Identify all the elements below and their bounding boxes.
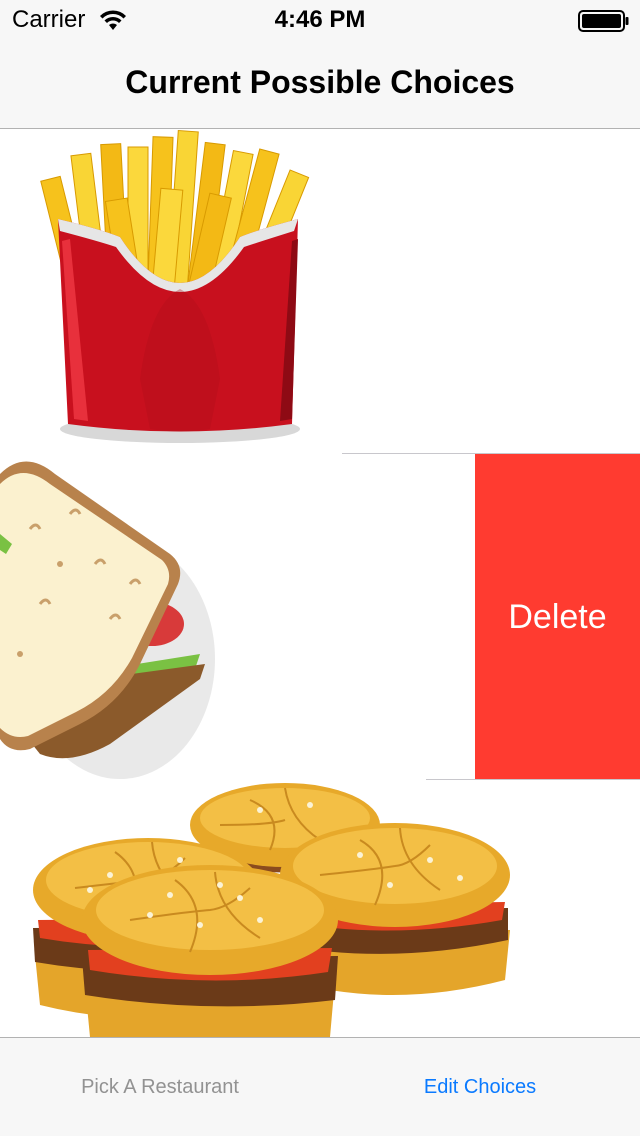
sandwich-image [0,461,215,779]
row-separator [342,453,640,454]
table-row[interactable]: Delete [0,454,640,780]
clock: 4:46 PM [274,6,366,33]
row-separator [426,779,640,780]
tab-bar: Pick A Restaurant Edit Choices [0,1037,640,1136]
page-title: Current Possible Choices [125,64,515,100]
tab-edit-choices[interactable]: Edit Choices [320,1038,640,1136]
table-row[interactable] [0,780,640,1037]
table-row[interactable] [0,129,640,455]
tab-pick-a-restaurant[interactable]: Pick A Restaurant [0,1038,320,1136]
status-bar: Carrier 4:46 PM [0,0,640,40]
burgers-image [33,783,510,1037]
french-fries-image [40,129,310,443]
choices-table[interactable]: Delete [0,129,640,1037]
delete-button[interactable]: Delete [475,454,640,780]
battery-icon [578,10,629,32]
navigation-bar: Current Possible Choices [0,40,640,129]
